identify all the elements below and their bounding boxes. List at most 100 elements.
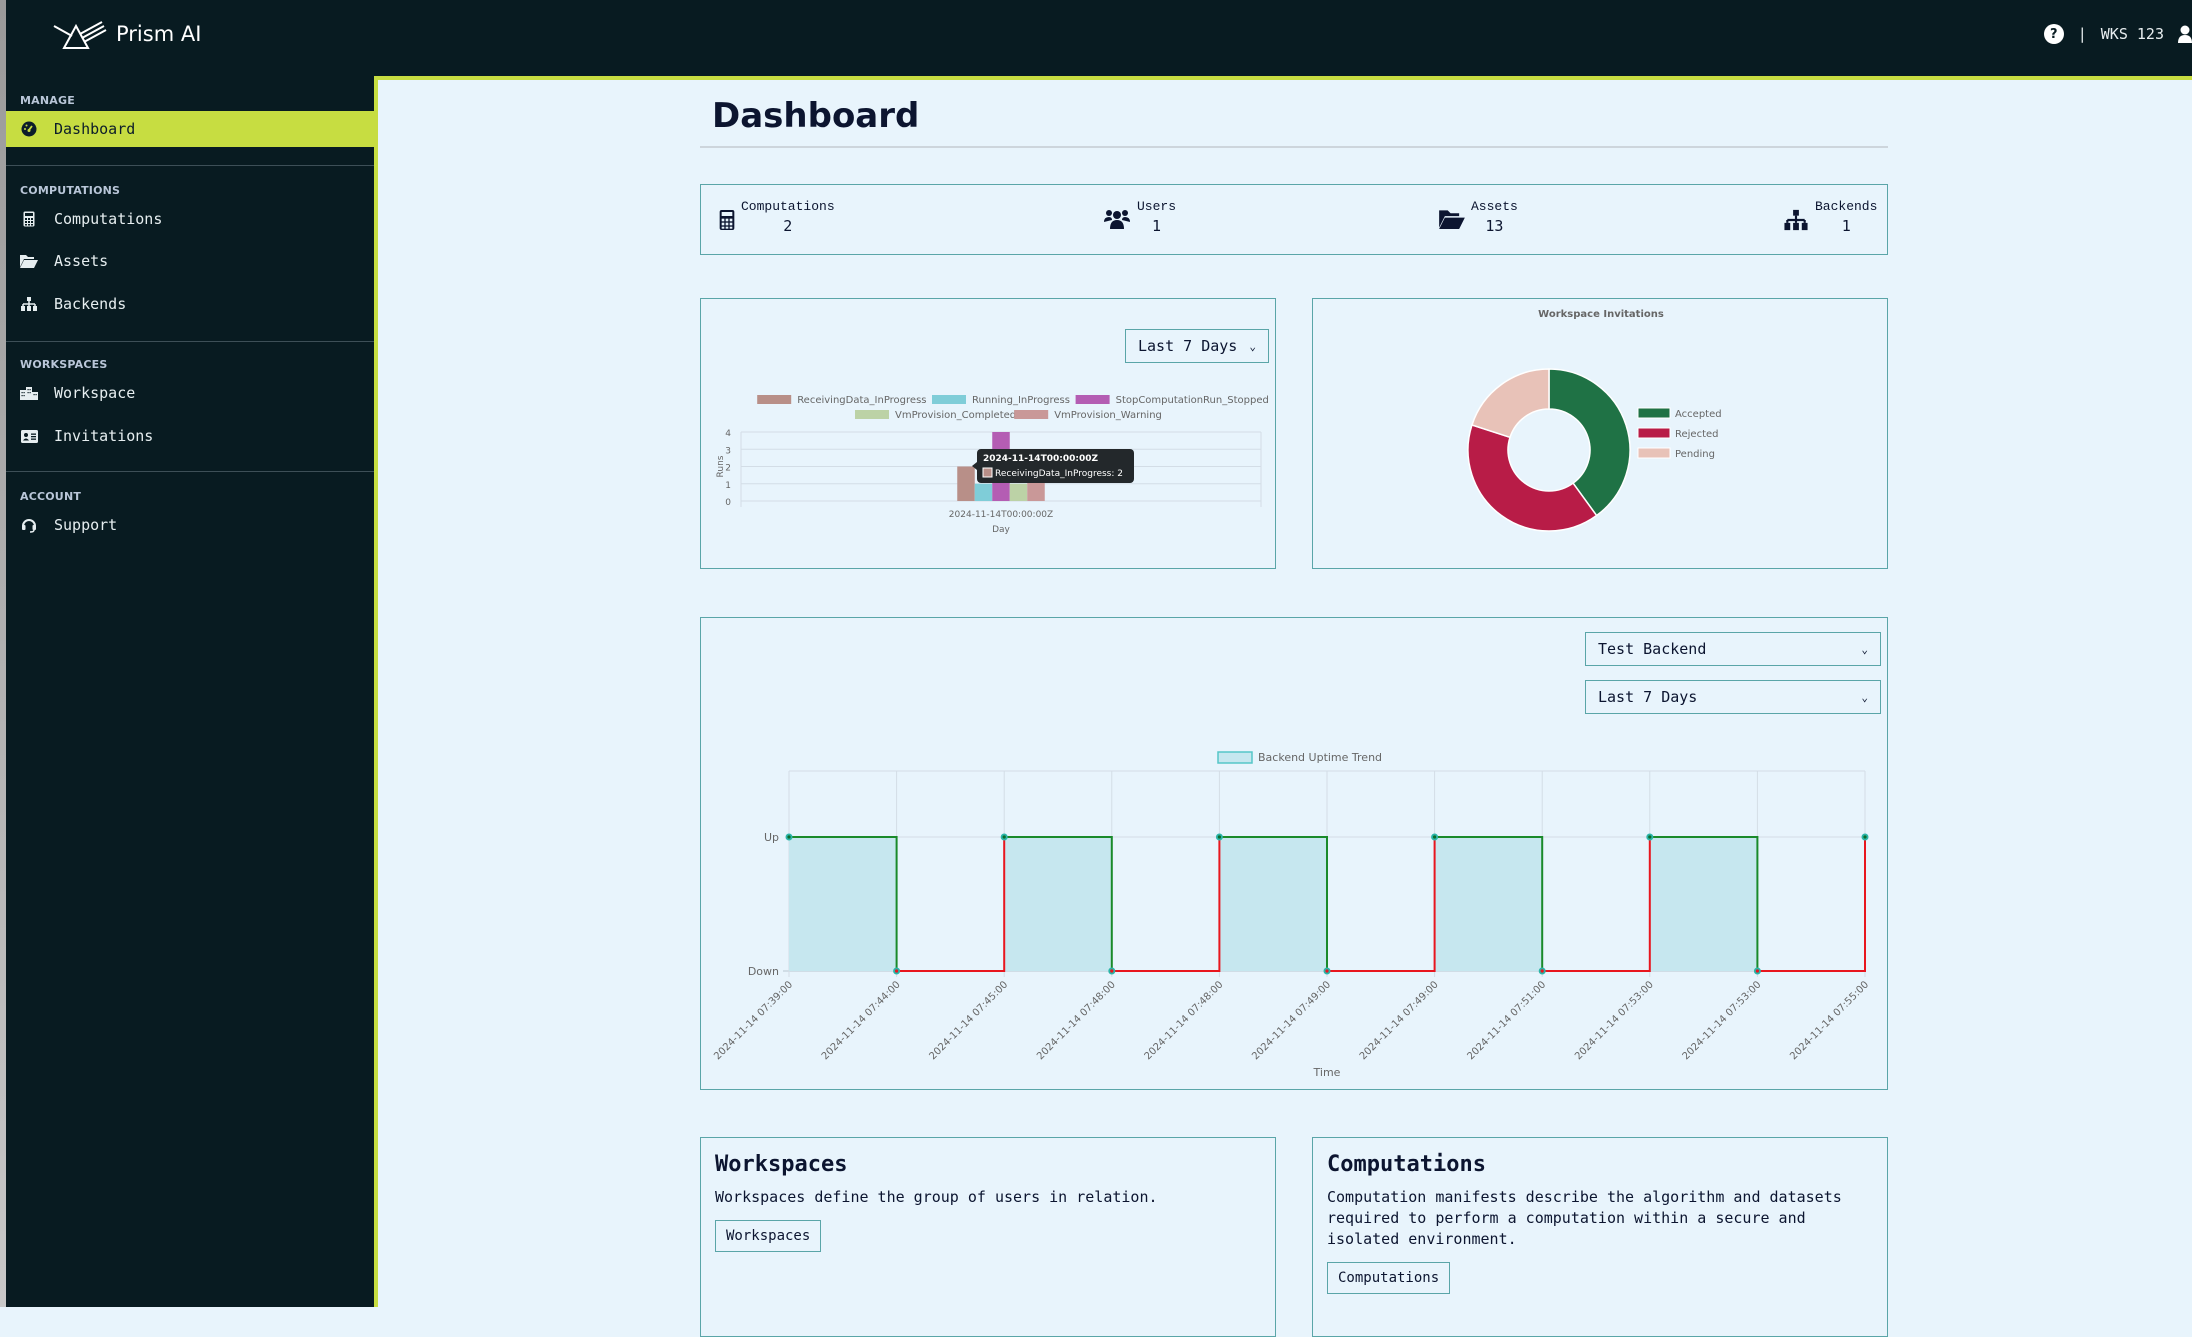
x-tick-label: 2024-11-14 07:48:00 <box>1143 979 1226 1062</box>
tooltip-title: 2024-11-14T00:00:00Z <box>983 454 1098 464</box>
title-divider <box>700 146 1888 148</box>
x-tick-label: 2024-11-14 07:55:00 <box>1788 979 1871 1062</box>
uptime-segment <box>1112 837 1220 971</box>
sidebar-item-computations[interactable]: Computations <box>6 199 374 239</box>
x-tick-label: 2024-11-14 07:45:00 <box>927 979 1010 1062</box>
sidebar-item-backends[interactable]: Backends <box>6 283 374 325</box>
id-card-icon <box>20 427 38 445</box>
y-tick-label: 3 <box>725 446 731 456</box>
computation-runs-panel: Last 7 Days ⌄ ReceivingData_InProgressRu… <box>700 298 1276 569</box>
building-icon <box>20 384 38 402</box>
user-icon[interactable] <box>2178 25 2192 43</box>
stat-backends[interactable]: Backends1 <box>1783 199 1877 235</box>
y-tick-label: 1 <box>725 481 731 491</box>
topbar-right: ? | WKS 123 <box>2044 24 2192 44</box>
section-title-computations: COMPUTATIONS <box>6 184 374 197</box>
x-tick-label: 2024-11-14 07:48:00 <box>1035 979 1118 1062</box>
workspaces-button[interactable]: Workspaces <box>715 1220 821 1252</box>
legend-label: Accepted <box>1675 409 1722 420</box>
stat-value: 13 <box>1471 217 1518 235</box>
app-logo[interactable]: Prism AI <box>50 18 201 50</box>
x-axis-title: Time <box>1313 1066 1341 1079</box>
sidebar-item-workspace[interactable]: Workspace <box>6 373 374 413</box>
legend-swatch <box>1218 752 1252 763</box>
stat-users[interactable]: Users1 <box>1103 199 1176 235</box>
sidebar-item-label: Workspace <box>54 384 135 402</box>
folder-open-icon <box>20 252 38 270</box>
main-content: Dashboard Computations2 Users1 Assets13 … <box>378 80 2192 1307</box>
legend-swatch <box>855 410 889 419</box>
sidebar-item-label: Dashboard <box>54 120 135 138</box>
sidebar-item-label: Support <box>54 516 117 534</box>
calculator-icon <box>719 209 735 231</box>
x-tick-label: 2024-11-14T00:00:00Z <box>949 510 1053 520</box>
legend-label: StopComputationRun_Stopped <box>1116 395 1269 406</box>
legend-label: Backend Uptime Trend <box>1258 751 1382 764</box>
x-tick-label: 2024-11-14 07:53:00 <box>1681 979 1764 1062</box>
top-navbar: Prism AI ? | WKS 123 <box>6 0 2192 76</box>
uptime-point-core <box>1325 969 1328 972</box>
uptime-segment <box>1542 837 1650 971</box>
uptime-point-core <box>1756 969 1759 972</box>
question-circle-icon[interactable]: ? <box>2044 24 2064 44</box>
y-tick-label: 4 <box>725 429 731 439</box>
workspace-label[interactable]: WKS 123 <box>2101 25 2164 43</box>
section-title-workspaces: WORKSPACES <box>6 358 374 371</box>
folder-open-icon <box>1439 209 1465 229</box>
sitemap-icon <box>1783 209 1809 231</box>
bar <box>975 484 993 501</box>
card-title: Computations <box>1327 1152 1873 1177</box>
stat-value: 2 <box>741 217 835 235</box>
stat-label: Assets <box>1471 199 1518 214</box>
x-tick-label: 2024-11-14 07:49:00 <box>1358 979 1441 1062</box>
sidebar-item-support[interactable]: Support <box>6 505 374 545</box>
uptime-point-core <box>1433 835 1436 838</box>
tooltip-swatch <box>983 468 992 477</box>
runs-bar-chart: ReceivingData_InProgressRunning_InProgre… <box>701 299 1277 570</box>
uptime-fill <box>1004 837 1112 971</box>
y-axis-title: Runs <box>716 455 726 477</box>
legend-label: VmProvision_Warning <box>1054 410 1162 421</box>
sidebar: MANAGE Dashboard COMPUTATIONS Computatio… <box>6 76 374 1307</box>
sidebar-item-invitations[interactable]: Invitations <box>6 413 374 459</box>
stat-label: Backends <box>1815 199 1877 214</box>
stat-label: Computations <box>741 199 835 214</box>
invitations-panel: Workspace InvitationsAcceptedRejectedPen… <box>1312 298 1888 569</box>
stat-computations[interactable]: Computations 2 <box>719 199 835 235</box>
card-title: Workspaces <box>715 1152 1261 1177</box>
legend-swatch <box>1638 448 1670 458</box>
page-title: Dashboard <box>712 96 919 136</box>
computations-card: Computations Computation manifests descr… <box>1312 1137 1888 1337</box>
legend-label: Pending <box>1675 449 1715 460</box>
legend-swatch <box>932 395 966 404</box>
sidebar-item-label: Backends <box>54 295 126 313</box>
uptime-fill <box>789 837 897 971</box>
x-axis-title: Day <box>992 525 1010 535</box>
topbar-separator: | <box>2078 25 2087 43</box>
computations-button[interactable]: Computations <box>1327 1262 1450 1294</box>
x-tick-label: 2024-11-14 07:44:00 <box>820 979 903 1062</box>
sidebar-item-assets[interactable]: Assets <box>6 239 374 283</box>
uptime-fill <box>1219 837 1327 971</box>
stat-assets[interactable]: Assets 13 <box>1439 199 1518 235</box>
sidebar-item-label: Computations <box>54 210 162 228</box>
x-tick-label: 2024-11-14 07:49:00 <box>1250 979 1333 1062</box>
uptime-segment <box>1327 837 1435 971</box>
app-name: Prism AI <box>116 22 201 46</box>
y-tick-label: 0 <box>725 498 731 508</box>
stat-value: 1 <box>1137 217 1176 235</box>
y-tick-label: 2 <box>725 464 731 474</box>
uptime-fill <box>1435 837 1543 971</box>
y-tick-label: Up <box>764 831 779 844</box>
uptime-fill <box>1650 837 1758 971</box>
sidebar-item-dashboard[interactable]: Dashboard <box>6 111 374 147</box>
legend-swatch <box>1014 410 1048 419</box>
calculator-icon <box>20 210 38 228</box>
x-tick-label: 2024-11-14 07:51:00 <box>1465 979 1548 1062</box>
legend-swatch <box>1076 395 1110 404</box>
legend-label: Running_InProgress <box>972 395 1070 406</box>
stats-panel: Computations2 Users1 Assets13 Backends1 <box>700 184 1888 255</box>
headset-icon <box>20 516 38 534</box>
bar <box>1010 484 1028 501</box>
uptime-point-core <box>1110 969 1113 972</box>
